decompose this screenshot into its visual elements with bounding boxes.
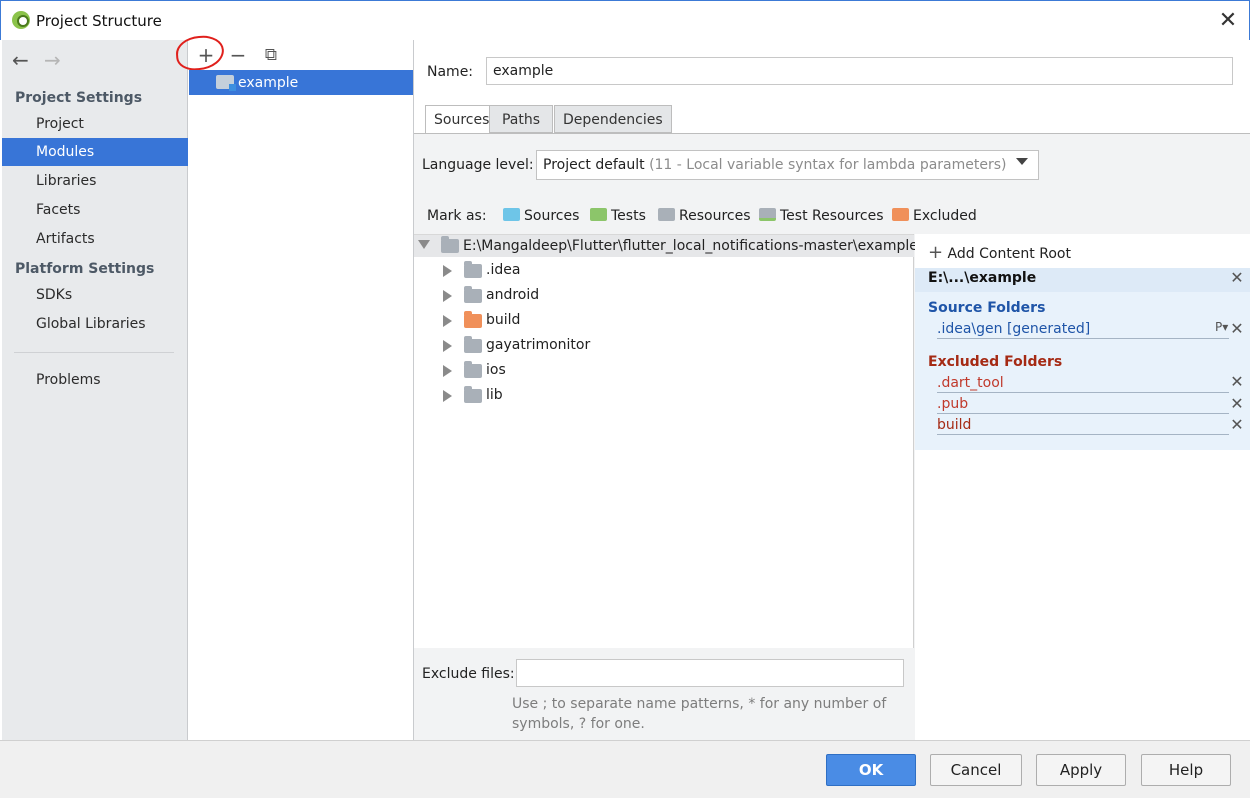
collapsed-arrow-icon[interactable] xyxy=(443,365,452,377)
language-level-detail: (11 - Local variable syntax for lambda p… xyxy=(649,157,1007,173)
exclude-files-label: Exclude files: xyxy=(422,666,515,682)
sources-folder-icon xyxy=(503,208,520,221)
cancel-button[interactable]: Cancel xyxy=(930,754,1022,786)
plus-icon: + xyxy=(928,242,944,263)
tree-item-label[interactable]: lib xyxy=(486,387,503,403)
help-button[interactable]: Help xyxy=(1141,754,1231,786)
forward-arrow-icon[interactable]: → xyxy=(44,48,61,72)
tab-paths[interactable]: Paths xyxy=(489,105,553,133)
mark-as-resources-button[interactable]: Resources xyxy=(658,208,751,224)
test-resources-folder-icon xyxy=(759,208,776,221)
mark-as-test-resources-label: Test Resources xyxy=(780,208,884,224)
mark-as-tests-label: Tests xyxy=(611,208,646,224)
remove-excluded-folder-icon[interactable]: ✕ xyxy=(1230,415,1244,434)
tab-sources[interactable]: Sources xyxy=(425,105,499,134)
tab-dependencies[interactable]: Dependencies xyxy=(554,105,672,133)
excluded-folder-icon xyxy=(892,208,909,221)
tree-item-label[interactable]: android xyxy=(486,287,539,303)
nav-item-libraries[interactable]: Libraries xyxy=(2,167,188,195)
dropdown-arrow-icon[interactable] xyxy=(1016,158,1028,165)
exclude-files-input[interactable] xyxy=(516,659,904,687)
nav-item-global-libraries[interactable]: Global Libraries xyxy=(2,310,188,338)
nav-section-platform-settings: Platform Settings xyxy=(15,261,155,277)
language-level-select[interactable]: Project default (11 - Local variable syn… xyxy=(536,150,1039,180)
module-list-pane xyxy=(188,40,414,740)
expand-arrow-icon[interactable] xyxy=(418,240,430,249)
mark-as-tests-button[interactable]: Tests xyxy=(590,208,646,224)
back-arrow-icon[interactable]: ← xyxy=(12,48,29,72)
mark-as-sources-button[interactable]: Sources xyxy=(503,208,579,224)
tree-item-label[interactable]: gayatrimonitor xyxy=(486,337,590,353)
module-name-input[interactable] xyxy=(486,57,1233,85)
remove-source-folder-icon[interactable]: ✕ xyxy=(1230,319,1244,338)
source-folders-title: Source Folders xyxy=(928,300,1046,316)
copy-module-icon[interactable]: ⧉ xyxy=(260,44,282,66)
ok-button[interactable]: OK xyxy=(826,754,916,786)
nav-item-modules[interactable]: Modules xyxy=(2,138,188,166)
remove-module-icon[interactable]: − xyxy=(227,44,249,66)
nav-item-project[interactable]: Project xyxy=(2,110,188,138)
tests-folder-icon xyxy=(590,208,607,221)
add-content-root-label: Add Content Root xyxy=(947,246,1071,262)
mark-as-test-resources-button[interactable]: Test Resources xyxy=(759,208,884,224)
folder-properties-icon[interactable]: P▾ xyxy=(1215,320,1228,334)
mark-as-excluded-label: Excluded xyxy=(913,208,977,224)
nav-section-project-settings: Project Settings xyxy=(15,90,143,106)
source-folder-entry[interactable]: .idea\gen [generated] xyxy=(937,321,1229,339)
tree-item-label[interactable]: build xyxy=(486,312,520,328)
nav-item-artifacts[interactable]: Artifacts xyxy=(2,225,188,253)
resources-folder-icon xyxy=(658,208,675,221)
tree-item-label[interactable]: .idea xyxy=(486,262,520,278)
folder-icon xyxy=(464,386,482,403)
excluded-folder-entry[interactable]: .pub xyxy=(937,396,1229,414)
apply-button[interactable]: Apply xyxy=(1036,754,1126,786)
excluded-folder-icon xyxy=(464,311,482,328)
tree-item-label[interactable]: ios xyxy=(486,362,506,378)
remove-content-root-icon[interactable]: ✕ xyxy=(1230,268,1244,287)
add-content-root-button[interactable]: + Add Content Root xyxy=(928,242,1071,263)
window-title: Project Structure xyxy=(36,12,162,30)
nav-divider xyxy=(14,352,174,353)
excluded-folder-entry[interactable]: build xyxy=(937,417,1229,435)
mark-as-sources-label: Sources xyxy=(524,208,580,224)
collapsed-arrow-icon[interactable] xyxy=(443,290,452,302)
folder-icon xyxy=(464,361,482,378)
mark-as-excluded-button[interactable]: Excluded xyxy=(892,208,977,224)
nav-item-problems[interactable]: Problems xyxy=(2,366,188,394)
folder-icon xyxy=(464,261,482,278)
excluded-folders-title: Excluded Folders xyxy=(928,354,1063,370)
excluded-folder-entry[interactable]: .dart_tool xyxy=(937,375,1229,393)
module-folder-icon xyxy=(216,75,236,91)
exclude-files-hint: Use ; to separate name patterns, * for a… xyxy=(512,696,887,732)
language-level-label: Language level: xyxy=(422,157,534,173)
collapsed-arrow-icon[interactable] xyxy=(443,265,452,277)
mark-as-label: Mark as: xyxy=(427,208,487,224)
mark-as-resources-label: Resources xyxy=(679,208,751,224)
close-icon[interactable]: ✕ xyxy=(1214,8,1242,34)
collapsed-arrow-icon[interactable] xyxy=(443,390,452,402)
folder-icon xyxy=(464,336,482,353)
root-folder-icon xyxy=(441,236,459,253)
tree-root-label: E:\Mangaldeep\Flutter\flutter_local_noti… xyxy=(463,238,918,254)
collapsed-arrow-icon[interactable] xyxy=(443,340,452,352)
collapsed-arrow-icon[interactable] xyxy=(443,315,452,327)
android-studio-icon xyxy=(12,11,30,29)
remove-excluded-folder-icon[interactable]: ✕ xyxy=(1230,372,1244,391)
folder-icon xyxy=(464,286,482,303)
content-root-title: E:\...\example xyxy=(928,270,1037,286)
language-level-value: Project default xyxy=(543,157,645,173)
nav-item-facets[interactable]: Facets xyxy=(2,196,188,224)
title-bar xyxy=(0,0,1250,40)
module-list-item-label: example xyxy=(238,75,299,91)
remove-excluded-folder-icon[interactable]: ✕ xyxy=(1230,394,1244,413)
name-label: Name: xyxy=(427,64,474,80)
nav-item-sdks[interactable]: SDKs xyxy=(2,281,188,309)
